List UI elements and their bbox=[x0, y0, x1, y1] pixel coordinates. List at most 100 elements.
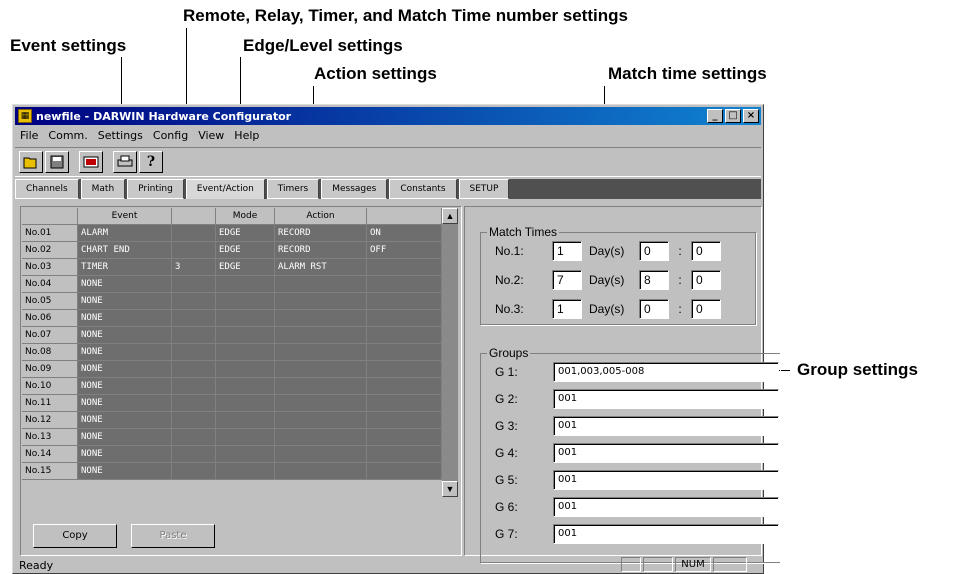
scroll-down-icon[interactable]: ▼ bbox=[442, 481, 458, 497]
mode-cell[interactable]: EDGE bbox=[216, 242, 275, 259]
action-cell[interactable] bbox=[275, 276, 367, 293]
onoff-cell[interactable] bbox=[367, 344, 442, 361]
mode-cell[interactable] bbox=[216, 463, 275, 480]
group-input[interactable]: 001,003,005-008 bbox=[553, 362, 779, 382]
event-cell[interactable]: NONE bbox=[78, 395, 172, 412]
print-icon[interactable] bbox=[113, 151, 137, 173]
onoff-cell[interactable] bbox=[367, 378, 442, 395]
event-cell[interactable]: NONE bbox=[78, 429, 172, 446]
onoff-cell[interactable] bbox=[367, 310, 442, 327]
action-cell[interactable] bbox=[275, 463, 367, 480]
event-cell[interactable]: NONE bbox=[78, 327, 172, 344]
number-cell[interactable] bbox=[172, 344, 216, 361]
group-input[interactable]: 001 bbox=[553, 497, 779, 517]
event-cell[interactable]: NONE bbox=[78, 412, 172, 429]
mode-cell[interactable]: EDGE bbox=[216, 259, 275, 276]
tab-event-action[interactable]: Event/Action bbox=[185, 179, 265, 199]
group-input[interactable]: 001 bbox=[553, 389, 779, 409]
event-cell[interactable]: NONE bbox=[78, 293, 172, 310]
onoff-cell[interactable] bbox=[367, 327, 442, 344]
match-time-day-input[interactable]: 1 bbox=[552, 241, 582, 261]
event-cell[interactable]: NONE bbox=[78, 378, 172, 395]
onoff-cell[interactable] bbox=[367, 361, 442, 378]
mode-cell[interactable] bbox=[216, 310, 275, 327]
event-cell[interactable]: NONE bbox=[78, 344, 172, 361]
action-cell[interactable] bbox=[275, 395, 367, 412]
onoff-cell[interactable] bbox=[367, 259, 442, 276]
match-time-hour-input[interactable]: 0 bbox=[639, 241, 669, 261]
tab-constants[interactable]: Constants bbox=[389, 179, 457, 199]
transfer-icon[interactable] bbox=[79, 151, 103, 173]
number-cell[interactable] bbox=[172, 463, 216, 480]
number-cell[interactable] bbox=[172, 310, 216, 327]
match-time-minute-input[interactable]: 0 bbox=[691, 241, 721, 261]
action-cell[interactable] bbox=[275, 429, 367, 446]
number-cell[interactable] bbox=[172, 276, 216, 293]
mode-cell[interactable] bbox=[216, 293, 275, 310]
onoff-cell[interactable] bbox=[367, 429, 442, 446]
help-icon[interactable]: ? bbox=[139, 151, 163, 173]
menu-comm[interactable]: Comm. bbox=[43, 127, 92, 145]
action-cell[interactable] bbox=[275, 412, 367, 429]
group-input[interactable]: 001 bbox=[553, 470, 779, 490]
tab-setup[interactable]: SETUP bbox=[458, 179, 510, 199]
action-cell[interactable] bbox=[275, 310, 367, 327]
group-input[interactable]: 001 bbox=[553, 524, 779, 544]
mode-cell[interactable] bbox=[216, 344, 275, 361]
match-time-minute-input[interactable]: 0 bbox=[691, 299, 721, 319]
group-input[interactable]: 001 bbox=[553, 416, 779, 436]
mode-cell[interactable]: EDGE bbox=[216, 225, 275, 242]
tab-math[interactable]: Math bbox=[80, 179, 126, 199]
number-cell[interactable] bbox=[172, 429, 216, 446]
action-cell[interactable]: ALARM RST bbox=[275, 259, 367, 276]
event-cell[interactable]: NONE bbox=[78, 310, 172, 327]
number-cell[interactable]: 3 bbox=[172, 259, 216, 276]
number-cell[interactable] bbox=[172, 395, 216, 412]
mode-cell[interactable] bbox=[216, 412, 275, 429]
menu-settings[interactable]: Settings bbox=[93, 127, 148, 145]
event-cell[interactable]: NONE bbox=[78, 361, 172, 378]
action-cell[interactable]: RECORD bbox=[275, 225, 367, 242]
tab-channels[interactable]: Channels bbox=[15, 179, 79, 199]
mode-cell[interactable] bbox=[216, 361, 275, 378]
event-cell[interactable]: ALARM bbox=[78, 225, 172, 242]
event-cell[interactable]: NONE bbox=[78, 276, 172, 293]
onoff-cell[interactable] bbox=[367, 395, 442, 412]
grid-scrollbar[interactable]: ▲ ▼ bbox=[442, 208, 458, 497]
onoff-cell[interactable] bbox=[367, 446, 442, 463]
action-cell[interactable] bbox=[275, 446, 367, 463]
mode-cell[interactable] bbox=[216, 327, 275, 344]
match-time-day-input[interactable]: 1 bbox=[552, 299, 582, 319]
menu-view[interactable]: View bbox=[193, 127, 229, 145]
action-cell[interactable]: RECORD bbox=[275, 242, 367, 259]
action-cell[interactable] bbox=[275, 344, 367, 361]
match-time-hour-input[interactable]: 8 bbox=[639, 270, 669, 290]
match-time-day-input[interactable]: 7 bbox=[552, 270, 582, 290]
onoff-cell[interactable]: OFF bbox=[367, 242, 442, 259]
match-time-hour-input[interactable]: 0 bbox=[639, 299, 669, 319]
event-cell[interactable]: NONE bbox=[78, 446, 172, 463]
number-cell[interactable] bbox=[172, 293, 216, 310]
mode-cell[interactable] bbox=[216, 395, 275, 412]
onoff-cell[interactable]: ON bbox=[367, 225, 442, 242]
tab-timers[interactable]: Timers bbox=[266, 179, 320, 199]
number-cell[interactable] bbox=[172, 378, 216, 395]
mode-cell[interactable] bbox=[216, 276, 275, 293]
action-cell[interactable] bbox=[275, 378, 367, 395]
tab-messages[interactable]: Messages bbox=[321, 179, 388, 199]
number-cell[interactable] bbox=[172, 225, 216, 242]
number-cell[interactable] bbox=[172, 361, 216, 378]
close-button[interactable]: × bbox=[743, 109, 759, 123]
number-cell[interactable] bbox=[172, 242, 216, 259]
open-icon[interactable] bbox=[19, 151, 43, 173]
action-cell[interactable] bbox=[275, 361, 367, 378]
number-cell[interactable] bbox=[172, 446, 216, 463]
event-cell[interactable]: NONE bbox=[78, 463, 172, 480]
onoff-cell[interactable] bbox=[367, 412, 442, 429]
event-cell[interactable]: CHART END bbox=[78, 242, 172, 259]
mode-cell[interactable] bbox=[216, 429, 275, 446]
paste-button[interactable]: Paste bbox=[131, 524, 215, 548]
scroll-up-icon[interactable]: ▲ bbox=[442, 208, 458, 224]
maximize-button[interactable]: □ bbox=[725, 109, 741, 123]
action-cell[interactable] bbox=[275, 293, 367, 310]
